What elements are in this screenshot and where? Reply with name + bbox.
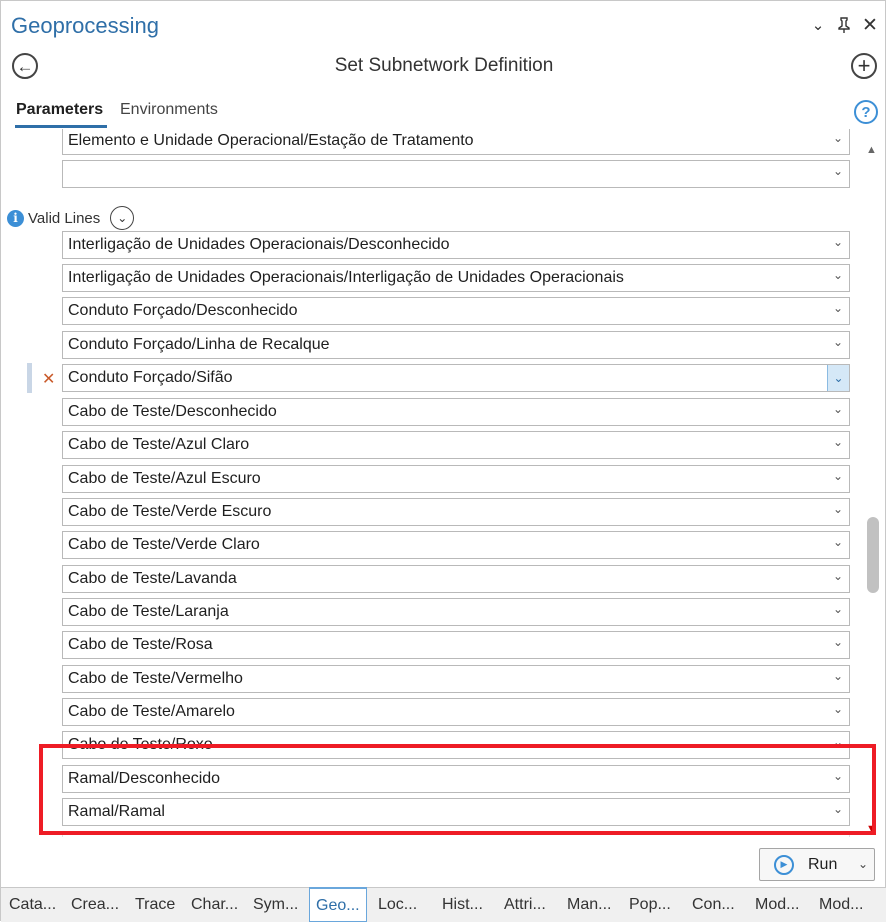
tab-parameters[interactable]: Parameters	[16, 101, 103, 119]
valid-line-text: Cabo de Teste/Lavanda	[68, 570, 237, 587]
valid-line-text: Cabo de Teste/Verde Escuro	[68, 503, 272, 520]
remove-icon[interactable]: ✕	[42, 369, 55, 389]
info-icon: i	[7, 209, 24, 227]
annotation-highlight-box	[39, 744, 876, 835]
valid-line-text: Cabo de Teste/Laranja	[68, 603, 229, 620]
chevron-down-icon[interactable]: ⌄	[833, 164, 843, 178]
chevron-down-icon[interactable]: ⌄	[833, 469, 843, 483]
valid-line-text: Interligação de Unidades Operacionais/De…	[68, 236, 450, 253]
value-text: Elemento e Unidade Operacional/Estação d…	[68, 132, 474, 149]
pane-title: Geoprocessing	[11, 13, 159, 38]
bottom-tab-sym[interactable]: Sym...	[253, 896, 298, 914]
chevron-down-icon[interactable]: ⌄	[807, 13, 829, 37]
collapse-toggle-icon[interactable]: ⌄	[110, 206, 135, 230]
bottom-tab-loc[interactable]: Loc...	[378, 896, 417, 914]
valid-line-row[interactable]: Cabo de Teste/Vermelho ⌄	[62, 665, 850, 693]
chevron-down-icon[interactable]: ⌄	[833, 131, 843, 145]
chevron-down-icon[interactable]: ⌄	[833, 602, 843, 616]
valid-line-text: Cabo de Teste/Amarelo	[68, 703, 235, 720]
bottom-tab-hist[interactable]: Hist...	[442, 896, 483, 914]
chevron-down-icon[interactable]: ⌄	[833, 435, 843, 449]
valid-line-row[interactable]: Cabo de Teste/Desconhecido ⌄	[62, 398, 850, 426]
chevron-down-icon[interactable]: ⌄	[858, 857, 868, 871]
pin-icon[interactable]	[833, 13, 855, 37]
valid-line-row[interactable]: Cabo de Teste/Azul Escuro ⌄	[62, 465, 850, 493]
valid-lines-label-group: i Valid Lines ⌄	[7, 206, 135, 230]
valid-line-row[interactable]: Interligação de Unidades Operacionais/De…	[62, 231, 850, 259]
chevron-down-icon[interactable]: ⌄	[833, 502, 843, 516]
run-label: Run	[808, 855, 838, 873]
active-tab-indicator	[15, 125, 107, 128]
valid-line-row[interactable]: Interligação de Unidades Operacionais/In…	[62, 264, 850, 292]
bottom-tab-strip: Cata... Crea... Trace Char... Sym... Geo…	[1, 887, 886, 922]
valid-line-row[interactable]: Cabo de Teste/Azul Claro ⌄	[62, 431, 850, 459]
chevron-down-icon[interactable]: ⌄	[833, 268, 843, 282]
valid-line-text: Cabo de Teste/Desconhecido	[68, 403, 277, 420]
bottom-tab-trace[interactable]: Trace	[135, 896, 175, 914]
valid-line-row[interactable]: Conduto Forçado/Linha de Recalque ⌄	[62, 331, 850, 359]
bottom-tab-mod-2[interactable]: Mod...	[819, 896, 863, 914]
bottom-tab-create[interactable]: Crea...	[71, 896, 119, 914]
valid-line-text: Conduto Forçado/Sifão	[68, 369, 233, 386]
chevron-down-icon[interactable]: ⌄	[833, 235, 843, 249]
scrollbar-thumb[interactable]	[867, 517, 879, 593]
chevron-down-icon[interactable]: ⌄	[833, 702, 843, 716]
add-icon[interactable]: +	[851, 53, 877, 79]
tab-environments[interactable]: Environments	[120, 101, 218, 119]
valid-line-row[interactable]: Cabo de Teste/Rosa ⌄	[62, 631, 850, 659]
chevron-down-icon[interactable]: ⌄	[833, 569, 843, 583]
chevron-down-icon[interactable]: ⌄	[833, 535, 843, 549]
valid-line-row[interactable]: Cabo de Teste/Laranja ⌄	[62, 598, 850, 626]
value-row-empty[interactable]: ⌄	[62, 160, 850, 188]
bottom-tab-pop[interactable]: Pop...	[629, 896, 671, 914]
valid-lines-label: Valid Lines	[28, 209, 101, 227]
scroll-up-icon[interactable]: ▲	[866, 144, 877, 156]
close-icon[interactable]: ✕	[859, 13, 881, 37]
chevron-down-icon[interactable]: ⌄	[833, 335, 843, 349]
chevron-down-icon[interactable]: ⌄	[833, 402, 843, 416]
chevron-down-icon[interactable]: ⌄	[833, 669, 843, 683]
run-button[interactable]: ▶ Run ⌄	[759, 848, 875, 881]
valid-line-row[interactable]: Cabo de Teste/Verde Claro ⌄	[62, 531, 850, 559]
bottom-tab-attri[interactable]: Attri...	[504, 896, 546, 914]
bottom-tab-man[interactable]: Man...	[567, 896, 611, 914]
parameters-scroll-area: Elemento e Unidade Operacional/Estação d…	[1, 129, 886, 837]
geoprocessing-pane: Geoprocessing ⌄ ✕ ← Set Subnetwork Defin…	[0, 0, 886, 922]
valid-line-text: Conduto Forçado/Desconhecido	[68, 302, 298, 319]
bottom-tab-con[interactable]: Con...	[692, 896, 735, 914]
play-icon: ▶	[774, 854, 794, 875]
valid-line-row-selected[interactable]: Conduto Forçado/Sifão ⌄	[62, 364, 850, 392]
pane-title-bar: Geoprocessing ⌄ ✕	[1, 1, 886, 49]
tool-title: Set Subnetwork Definition	[334, 55, 554, 76]
valid-line-row[interactable]: Cabo de Teste/Amarelo ⌄	[62, 698, 850, 726]
bottom-tab-mod-1[interactable]: Mod...	[755, 896, 799, 914]
valid-line-row[interactable]: Cabo de Teste/Lavanda ⌄	[62, 565, 850, 593]
valid-line-row[interactable]: Cabo de Teste/Verde Escuro ⌄	[62, 498, 850, 526]
value-row[interactable]: Elemento e Unidade Operacional/Estação d…	[62, 129, 850, 155]
valid-line-text: Cabo de Teste/Verde Claro	[68, 536, 260, 553]
valid-line-text: Cabo de Teste/Vermelho	[68, 670, 243, 687]
bottom-tab-catalog[interactable]: Cata...	[9, 896, 56, 914]
chevron-down-icon[interactable]: ⌄	[833, 635, 843, 649]
help-icon[interactable]: ?	[854, 100, 878, 124]
bottom-tab-geoprocessing[interactable]: Geo...	[309, 887, 367, 922]
chevron-down-icon[interactable]: ⌄	[833, 301, 843, 315]
valid-line-text: Interligação de Unidades Operacionais/In…	[68, 269, 624, 286]
selection-marker	[27, 363, 32, 393]
valid-line-text: Cabo de Teste/Azul Escuro	[68, 470, 261, 487]
valid-line-text: Cabo de Teste/Azul Claro	[68, 436, 250, 453]
valid-line-text: Conduto Forçado/Linha de Recalque	[68, 336, 330, 353]
valid-line-row[interactable]: Conduto Forçado/Desconhecido ⌄	[62, 297, 850, 325]
chevron-down-icon[interactable]: ⌄	[827, 365, 849, 391]
bottom-tab-char[interactable]: Char...	[191, 896, 238, 914]
valid-line-text: Cabo de Teste/Rosa	[68, 636, 213, 653]
